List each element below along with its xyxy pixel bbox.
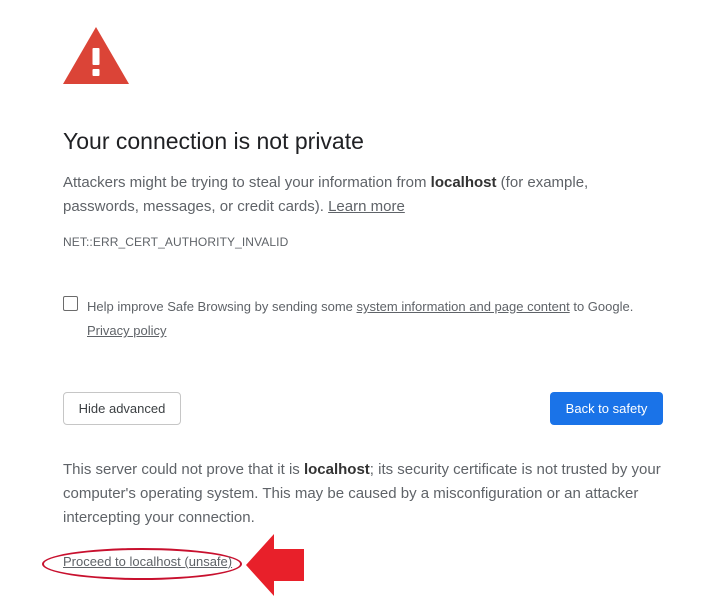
- red-arrow-icon: [244, 532, 306, 598]
- details-text: This server could not prove that it is: [63, 461, 304, 478]
- system-information-link[interactable]: system information and page content: [357, 299, 570, 314]
- error-code: NET::ERR_CERT_AUTHORITY_INVALID: [63, 235, 289, 249]
- main-message-host: localhost: [430, 174, 497, 191]
- hide-advanced-button[interactable]: Hide advanced: [63, 392, 181, 425]
- proceed-unsafe-link[interactable]: Proceed to localhost (unsafe): [63, 554, 232, 569]
- back-to-safety-button[interactable]: Back to safety: [550, 392, 663, 425]
- details-message: This server could not prove that it is l…: [63, 458, 663, 530]
- page-title: Your connection is not private: [63, 128, 364, 154]
- learn-more-link[interactable]: Learn more: [328, 198, 405, 215]
- warning-triangle-icon: [62, 26, 130, 85]
- main-message-text: Attackers might be trying to steal your …: [63, 174, 431, 191]
- privacy-policy-link[interactable]: Privacy policy: [87, 323, 166, 338]
- safe-browsing-checkbox[interactable]: [63, 296, 78, 311]
- safe-browsing-label: Help improve Safe Browsing by sending so…: [87, 295, 667, 343]
- details-host: localhost: [303, 461, 370, 478]
- safe-browsing-text-after: to Google.: [569, 299, 634, 314]
- main-message: Attackers might be trying to steal your …: [63, 171, 643, 219]
- safe-browsing-text: Help improve Safe Browsing by sending so…: [87, 299, 357, 314]
